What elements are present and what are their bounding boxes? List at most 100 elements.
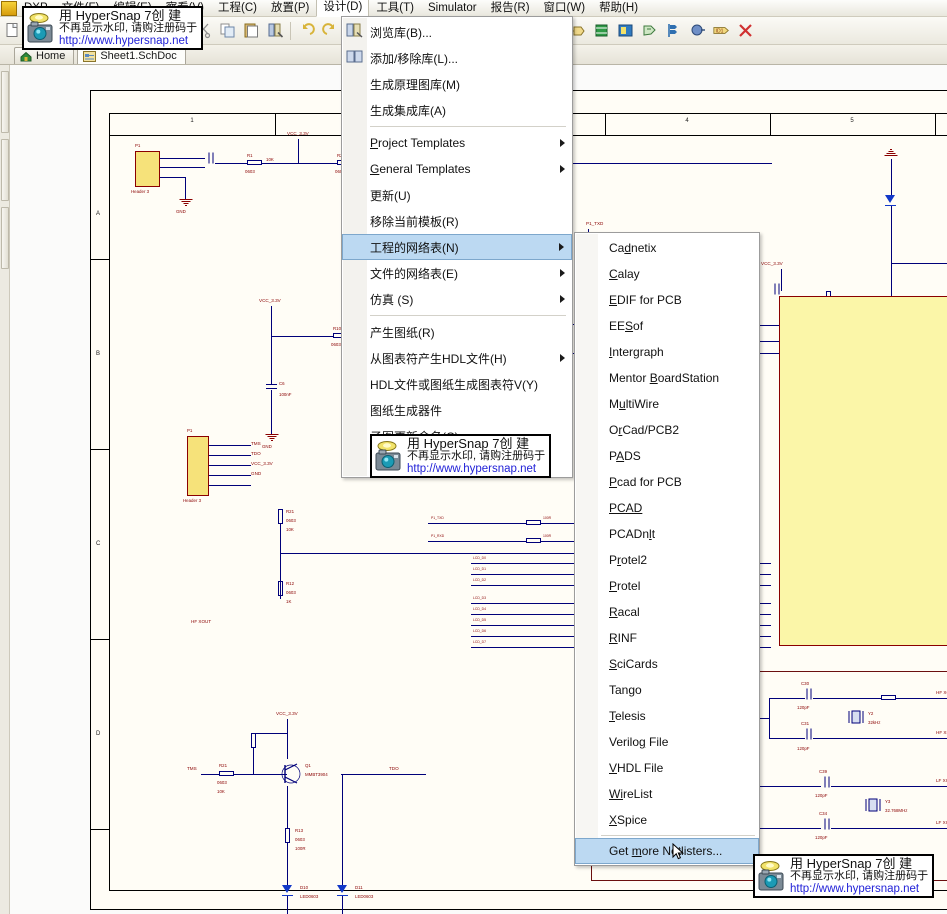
part-value: LED0603 xyxy=(355,894,374,899)
capacitor-c34[interactable] xyxy=(824,819,830,830)
menu-item-add-remove-library[interactable]: 添加/移除库(L)... xyxy=(342,45,572,71)
watermark-line-3: http://www.hypersnap.net xyxy=(59,34,189,47)
close-icon[interactable] xyxy=(734,20,756,42)
netlister-racal[interactable]: Racal xyxy=(575,599,759,625)
netlister-cadnetix[interactable]: Cadnetix xyxy=(575,235,759,261)
connector-p2[interactable] xyxy=(187,436,209,496)
netlister-vhdl-file[interactable]: VHDL File xyxy=(575,755,759,781)
place-device-sheet-icon[interactable] xyxy=(638,20,660,42)
resistor-r13[interactable] xyxy=(526,538,541,543)
resistor[interactable] xyxy=(251,733,256,748)
place-compile-mask-icon[interactable]: ID1 xyxy=(710,20,732,42)
place-no-erc-icon[interactable] xyxy=(686,20,708,42)
netlister-edif-for-pcb[interactable]: EDIF for PCB xyxy=(575,287,759,313)
menu-item-design[interactable]: 设计(D) xyxy=(316,0,370,17)
capacitor-c30[interactable] xyxy=(806,689,812,700)
submenu-separator xyxy=(601,835,755,836)
zone-label: 4 xyxy=(685,118,689,124)
redo-icon[interactable] xyxy=(319,20,341,42)
netlister-calay[interactable]: Calay xyxy=(575,261,759,287)
netlister-pcad[interactable]: PCAD xyxy=(575,495,759,521)
menu-item-tools[interactable]: 工具(T) xyxy=(369,0,421,17)
capacitor xyxy=(774,284,780,295)
design-menu-dropdown[interactable]: 浏览库(B)... 添加/移除库(L)... 生成原理图库(M) 生成集成库(A… xyxy=(341,16,573,478)
place-directive-icon[interactable] xyxy=(662,20,684,42)
menu-item-create-hdl-from-sheet-symbol[interactable]: 从图表符产生HDL文件(H) xyxy=(342,345,572,371)
netlister-tango[interactable]: Tango xyxy=(575,677,759,703)
menu-item-make-integrated-library[interactable]: 生成集成库(A) xyxy=(342,97,572,123)
part-footprint: 0603 xyxy=(295,837,305,842)
menu-item-reports[interactable]: 报告(R) xyxy=(484,0,537,17)
menu-item-place[interactable]: 放置(P) xyxy=(264,0,316,17)
resistor[interactable] xyxy=(881,695,896,700)
menu-item-update[interactable]: 更新(U) xyxy=(342,182,572,208)
menu-item-create-sheet[interactable]: 产生图纸(R) xyxy=(342,319,572,345)
netlister-mentor-boardstation[interactable]: Mentor BoardStation xyxy=(575,365,759,391)
resistor-r1[interactable] xyxy=(247,160,262,165)
netlister-intergraph[interactable]: Intergraph xyxy=(575,339,759,365)
part-footprint: 0603 xyxy=(331,342,341,347)
menu-item-remove-current-template[interactable]: 移除当前模板(R) xyxy=(342,208,572,234)
resistor-r21[interactable] xyxy=(219,771,234,776)
project-netlist-submenu[interactable]: Cadnetix Calay EDIF for PCB EESof Interg… xyxy=(574,232,760,866)
netlister-wirelist[interactable]: WireList xyxy=(575,781,759,807)
menu-item-window[interactable]: 窗口(W) xyxy=(537,0,593,17)
menu-item-project[interactable]: 工程(C) xyxy=(211,0,264,17)
menu-item-label: PCADnlt xyxy=(609,527,656,541)
menu-item-help[interactable]: 帮助(H) xyxy=(592,0,645,17)
copy-icon[interactable] xyxy=(216,20,238,42)
resistor-r21[interactable] xyxy=(278,509,283,524)
place-sheet-symbol-icon[interactable] xyxy=(590,20,612,42)
new-document-icon[interactable] xyxy=(1,20,23,42)
connector-p1[interactable] xyxy=(135,151,160,187)
menu-item-project-netlist[interactable]: 工程的网络表(N) xyxy=(342,234,572,260)
menu-item-simulate[interactable]: 仿真 (S) xyxy=(342,286,572,312)
netlister-get-more[interactable]: Get more Netlisters... xyxy=(575,838,759,864)
part-ref: D10 xyxy=(300,885,309,890)
menu-item-document-netlist[interactable]: 文件的网络表(E) xyxy=(342,260,572,286)
crystal-y3[interactable] xyxy=(863,797,883,813)
resistor-r11[interactable] xyxy=(526,520,541,525)
resistor-r13[interactable] xyxy=(285,828,290,843)
netlister-rinf[interactable]: RINF xyxy=(575,625,759,651)
part-value: 100R xyxy=(295,846,306,851)
net-label: GND xyxy=(251,471,262,476)
vcc-symbol xyxy=(885,149,898,156)
net-label: TMS xyxy=(251,441,261,446)
undo-icon[interactable] xyxy=(295,20,317,42)
menu-item-create-component-from-sheet[interactable]: 图纸生成器件 xyxy=(342,397,572,423)
netlister-multiwire[interactable]: MultiWire xyxy=(575,391,759,417)
net-label: VCC_3.3V xyxy=(761,261,783,266)
netlister-protel[interactable]: Protel xyxy=(575,573,759,599)
place-sheet-entry-icon[interactable] xyxy=(614,20,636,42)
menu-item-browse-library[interactable]: 浏览库(B)... xyxy=(342,19,572,45)
zone-label: B xyxy=(96,351,101,357)
mcu-u1[interactable] xyxy=(779,296,947,646)
netlister-pcad-for-pcb[interactable]: Pcad for PCB xyxy=(575,469,759,495)
paste-icon[interactable] xyxy=(240,20,262,42)
capacitor-c31[interactable] xyxy=(806,729,812,740)
netlister-xspice[interactable]: XSpice xyxy=(575,807,759,833)
crystal-y2[interactable] xyxy=(846,709,866,725)
browse-library-icon[interactable] xyxy=(264,20,286,42)
netlister-orcad-pcb2[interactable]: OrCad/PCB2 xyxy=(575,417,759,443)
capacitor-c39[interactable] xyxy=(824,777,830,788)
panel-tab-libraries[interactable] xyxy=(1,207,9,269)
zone-divider xyxy=(91,639,109,641)
netlister-pads[interactable]: PADS xyxy=(575,443,759,469)
netlister-eesof[interactable]: EESof xyxy=(575,313,759,339)
menu-item-general-templates[interactable]: General Templates xyxy=(342,156,572,182)
menu-item-project-templates[interactable]: Project Templates xyxy=(342,130,572,156)
collapsed-panel-strip[interactable] xyxy=(0,65,10,914)
panel-tab-navigator[interactable] xyxy=(1,139,9,201)
netlister-scicards[interactable]: SciCards xyxy=(575,651,759,677)
transistor-q1[interactable] xyxy=(281,761,303,787)
menu-item-simulator[interactable]: Simulator xyxy=(421,0,484,17)
menu-item-make-schematic-library[interactable]: 生成原理图库(M) xyxy=(342,71,572,97)
panel-tab-projects[interactable] xyxy=(1,71,9,133)
menu-item-create-sheet-symbol-from-hdl[interactable]: HDL文件或图纸生成图表符V(Y) xyxy=(342,371,572,397)
netlister-telesis[interactable]: Telesis xyxy=(575,703,759,729)
netlister-verilog-file[interactable]: Verilog File xyxy=(575,729,759,755)
netlister-pcadnlt[interactable]: PCADnlt xyxy=(575,521,759,547)
netlister-protel2[interactable]: Protel2 xyxy=(575,547,759,573)
